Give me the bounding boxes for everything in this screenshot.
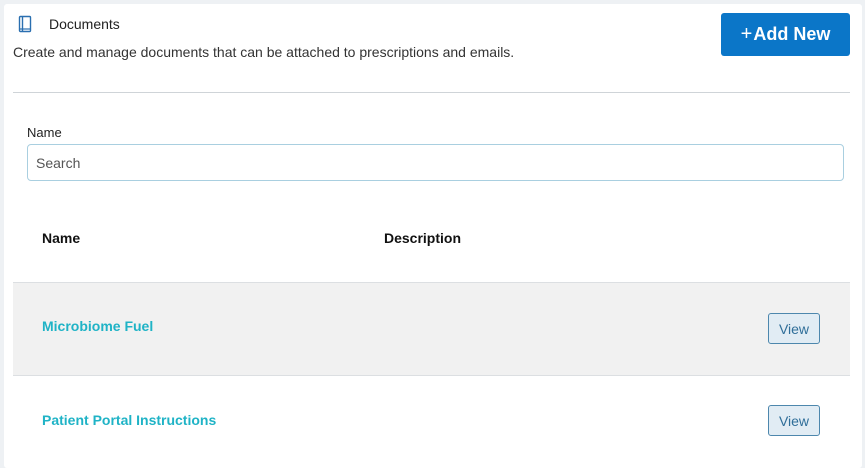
column-header-name: Name xyxy=(42,230,81,246)
add-new-button[interactable]: + Add New xyxy=(721,13,850,56)
search-input[interactable] xyxy=(27,144,844,181)
book-icon xyxy=(18,15,32,33)
table-row: Microbiome Fuel View xyxy=(13,282,850,376)
plus-icon: + xyxy=(740,22,753,45)
column-header-description: Description xyxy=(384,230,462,246)
view-button[interactable]: View xyxy=(768,313,820,344)
documents-panel: Documents Create and manage documents th… xyxy=(4,4,862,468)
page-title: Documents xyxy=(49,16,120,32)
page-subtitle: Create and manage documents that can be … xyxy=(13,44,515,60)
document-link[interactable]: Patient Portal Instructions xyxy=(42,412,216,428)
name-filter-label: Name xyxy=(27,125,62,140)
view-button[interactable]: View xyxy=(768,405,820,436)
header-divider xyxy=(13,92,850,93)
table-row: Patient Portal Instructions View xyxy=(13,376,850,468)
document-link[interactable]: Microbiome Fuel xyxy=(42,318,153,334)
add-new-label: Add New xyxy=(753,24,831,44)
